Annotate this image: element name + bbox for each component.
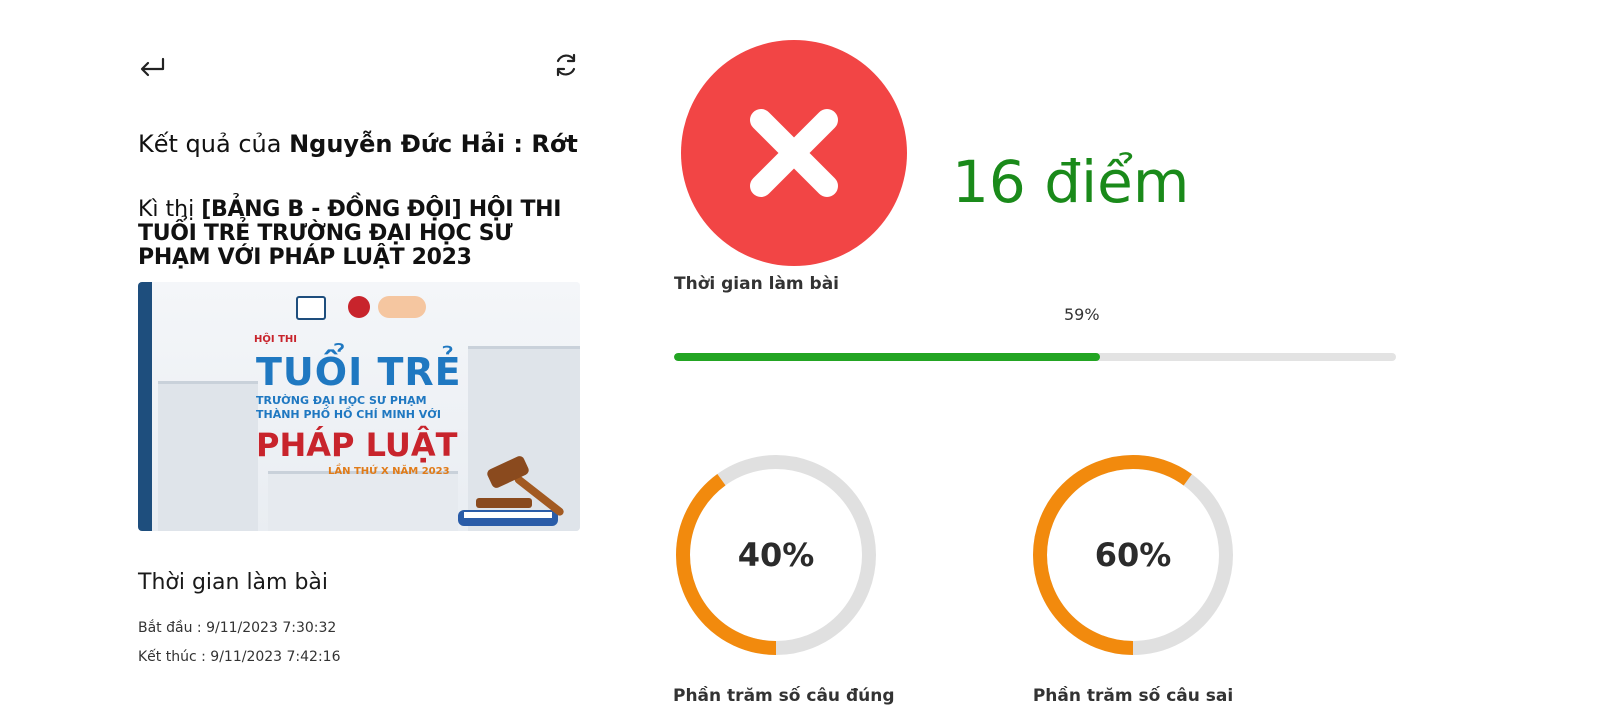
wrong-percent-donut: 60%	[1030, 452, 1236, 658]
wrong-percent-value: 60%	[1094, 536, 1172, 574]
exam-prefix: Kì thị	[138, 197, 202, 222]
arrow-return-left-icon	[140, 57, 165, 77]
candidate-result: Nguyễn Đức Hải : Rớt	[289, 130, 578, 158]
banner-school-line1: TRƯỜNG ĐẠI HỌC SƯ PHẠM	[256, 394, 427, 407]
youth-union-logo-icon	[348, 296, 370, 318]
banner-tuoitre: TUỔI TRẺ	[256, 350, 462, 394]
duration-percent: 59%	[1064, 305, 1100, 324]
x-circle-icon	[750, 109, 838, 197]
result-prefix: Kết quả của	[138, 130, 290, 158]
time-title: Thời gian làm bài	[138, 570, 329, 595]
correct-percent-donut: 40%	[673, 452, 879, 658]
duration-label: Thời gian làm bài	[674, 274, 840, 294]
exam-name: [BẢNG B - ĐỒNG ĐỘI] HỘI THI TUỔI TRẺ TRƯ…	[138, 197, 562, 270]
end-time: Kết thúc : 9/11/2023 7:42:16	[138, 649, 341, 665]
banner-school: TRƯỜNG ĐẠI HỌC SƯ PHẠM THÀNH PHỐ HỒ CHÍ …	[256, 394, 580, 422]
banner-school-line2: THÀNH PHỐ HỒ CHÍ MINH VỚI	[256, 408, 441, 421]
refresh-icon	[556, 53, 576, 77]
gavel-icon	[458, 456, 564, 526]
school-logo-icon	[296, 296, 326, 320]
back-button[interactable]	[138, 50, 166, 80]
correct-percent-caption: Phần trăm số câu đúng	[673, 686, 895, 706]
refresh-button[interactable]	[551, 50, 581, 80]
fail-status-badge	[681, 40, 907, 266]
duration-progress-fill	[674, 353, 1100, 361]
score-value: 16 điểm	[952, 148, 1190, 216]
duration-progress-bar	[674, 353, 1396, 361]
start-time: Bắt đầu : 9/11/2023 7:30:32	[138, 620, 337, 636]
exam-heading: Kì thị [BẢNG B - ĐỒNG ĐỘI] HỘI THI TUỔI …	[138, 198, 578, 270]
correct-percent-value: 40%	[737, 536, 815, 574]
anniversary-logo-icon	[378, 296, 426, 318]
banner-hoithi: HỘI THI	[254, 334, 297, 345]
wrong-percent-caption: Phần trăm số câu sai	[1032, 686, 1234, 706]
result-heading: Kết quả của Nguyễn Đức Hải : Rớt	[138, 128, 578, 160]
exam-banner-image: HỘI THI TUỔI TRẺ TRƯỜNG ĐẠI HỌC SƯ PHẠM …	[138, 282, 580, 531]
